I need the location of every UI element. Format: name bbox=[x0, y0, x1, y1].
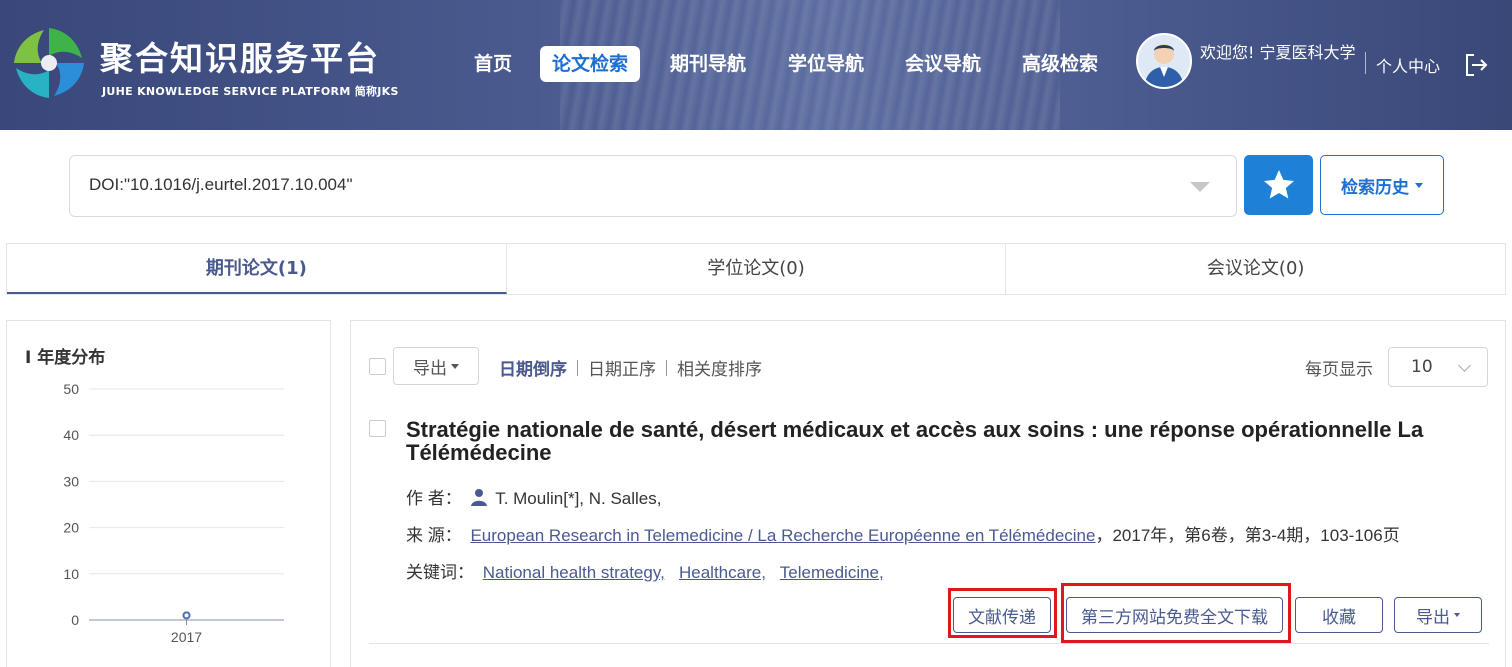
highlight-box-delivery bbox=[948, 588, 1057, 638]
tab-journal-papers[interactable]: 期刊论文(1) bbox=[7, 244, 507, 294]
sort-bar: 日期倒序 日期正序 相关度排序 bbox=[499, 355, 762, 380]
nav-conference-guide[interactable]: 会议导航 bbox=[905, 46, 981, 82]
select-all-checkbox[interactable] bbox=[369, 358, 386, 375]
per-page-value: 10 bbox=[1411, 357, 1433, 377]
article-checkbox[interactable] bbox=[369, 420, 386, 437]
year-distribution-panel: I 年度分布 0 10 20 30 40 50 2017 bbox=[6, 320, 331, 667]
result-type-tabs: 期刊论文(1) 学位论文(0) 会议论文(0) bbox=[6, 243, 1506, 295]
chevron-down-icon bbox=[1458, 359, 1471, 372]
user-avatar-icon bbox=[1144, 44, 1184, 87]
favorite-button[interactable]: 收藏 bbox=[1295, 597, 1383, 633]
avatar[interactable] bbox=[1136, 33, 1192, 89]
export-label: 导出 bbox=[413, 358, 447, 379]
highlight-box-download bbox=[1061, 583, 1291, 643]
logo-subtitle: JUHE KNOWLEDGE SERVICE PLATFORM 简称JKS bbox=[102, 85, 399, 98]
search-history-button[interactable]: 检索历史 bbox=[1320, 155, 1444, 215]
nav-journal-guide[interactable]: 期刊导航 bbox=[670, 46, 746, 82]
logo-title: 聚合知识服务平台 bbox=[100, 39, 380, 78]
sort-date-asc[interactable]: 日期正序 bbox=[588, 355, 656, 380]
logo-icon[interactable] bbox=[8, 22, 90, 104]
result-divider bbox=[369, 643, 1489, 644]
sort-separator bbox=[666, 359, 667, 376]
favorite-search-button[interactable] bbox=[1244, 155, 1313, 215]
article-keywords-row: 关键词： National health strategy, Healthcar… bbox=[406, 558, 884, 583]
source-label: 来 源： bbox=[406, 526, 462, 545]
logout-icon[interactable] bbox=[1462, 51, 1490, 79]
nav-home[interactable]: 首页 bbox=[474, 46, 512, 82]
sort-relevance[interactable]: 相关度排序 bbox=[677, 355, 762, 380]
export-button[interactable]: 导出 bbox=[393, 347, 479, 385]
header-divider bbox=[1365, 52, 1366, 74]
keyword-link[interactable]: National health strategy, bbox=[483, 563, 665, 582]
search-history-label: 检索历史 bbox=[1341, 177, 1409, 198]
search-query-text: DOI:"10.1016/j.eurtel.2017.10.004" bbox=[89, 175, 353, 194]
keyword-link[interactable]: Healthcare, bbox=[679, 563, 766, 582]
authors-label: 作 者： bbox=[406, 489, 462, 508]
y-tick-label: 50 bbox=[63, 381, 79, 397]
caret-down-icon bbox=[1454, 613, 1460, 617]
article-authors-row: 作 者： T. Moulin[*], N. Salles, bbox=[406, 484, 661, 509]
person-icon bbox=[471, 489, 488, 506]
favorite-label: 收藏 bbox=[1322, 607, 1356, 628]
y-tick-label: 0 bbox=[71, 612, 79, 628]
nav-advanced-search[interactable]: 高级检索 bbox=[1022, 46, 1098, 82]
per-page-label: 每页显示 bbox=[1305, 360, 1373, 380]
year-distribution-chart: 0 10 20 30 40 50 2017 bbox=[63, 381, 284, 645]
personal-center-link[interactable]: 个人中心 bbox=[1376, 53, 1440, 77]
source-journal-link[interactable]: European Research in Telemedicine / La R… bbox=[470, 526, 1095, 545]
article-source-row: 来 源： European Research in Telemedicine /… bbox=[406, 521, 1400, 546]
search-input[interactable]: DOI:"10.1016/j.eurtel.2017.10.004" bbox=[69, 155, 1237, 217]
nav-degree-guide[interactable]: 学位导航 bbox=[788, 46, 864, 82]
year-distribution-title: I 年度分布 bbox=[25, 348, 106, 368]
dropdown-arrow-icon[interactable] bbox=[1190, 182, 1210, 192]
per-page-select[interactable]: 10 bbox=[1388, 347, 1488, 387]
sort-separator bbox=[577, 359, 578, 376]
y-tick-label: 20 bbox=[63, 520, 79, 536]
top-header: 聚合知识服务平台 JUHE KNOWLEDGE SERVICE PLATFORM… bbox=[0, 0, 1512, 130]
results-panel: 导出 日期倒序 日期正序 相关度排序 每页显示 10 Stratégie nat… bbox=[350, 320, 1506, 667]
source-details: ，2017年，第6卷，第3-4期，103-106页 bbox=[1095, 526, 1400, 545]
y-tick-label: 10 bbox=[63, 566, 79, 582]
welcome-text: 欢迎您! 宁夏医科大学 bbox=[1200, 43, 1356, 62]
y-tick-label: 40 bbox=[63, 427, 79, 443]
data-point[interactable] bbox=[182, 611, 191, 620]
article-title[interactable]: Stratégie nationale de santé, désert méd… bbox=[406, 418, 1486, 464]
article-export-label: 导出 bbox=[1416, 607, 1450, 628]
x-tick-label: 2017 bbox=[171, 629, 202, 645]
authors-list[interactable]: T. Moulin[*], N. Salles, bbox=[495, 489, 661, 508]
nav-paper-search[interactable]: 论文检索 bbox=[540, 46, 641, 82]
article-export-button[interactable]: 导出 bbox=[1394, 597, 1482, 633]
caret-down-icon bbox=[451, 363, 459, 369]
sort-date-desc[interactable]: 日期倒序 bbox=[499, 355, 567, 380]
keyword-link[interactable]: Telemedicine, bbox=[780, 563, 884, 582]
tab-conference-papers[interactable]: 会议论文(0) bbox=[1006, 244, 1506, 294]
caret-down-icon bbox=[1415, 182, 1423, 188]
y-tick-label: 30 bbox=[63, 473, 79, 489]
keywords-label: 关键词： bbox=[406, 563, 474, 582]
tab-degree-papers[interactable]: 学位论文(0) bbox=[506, 244, 1007, 294]
star-icon bbox=[1263, 170, 1294, 199]
